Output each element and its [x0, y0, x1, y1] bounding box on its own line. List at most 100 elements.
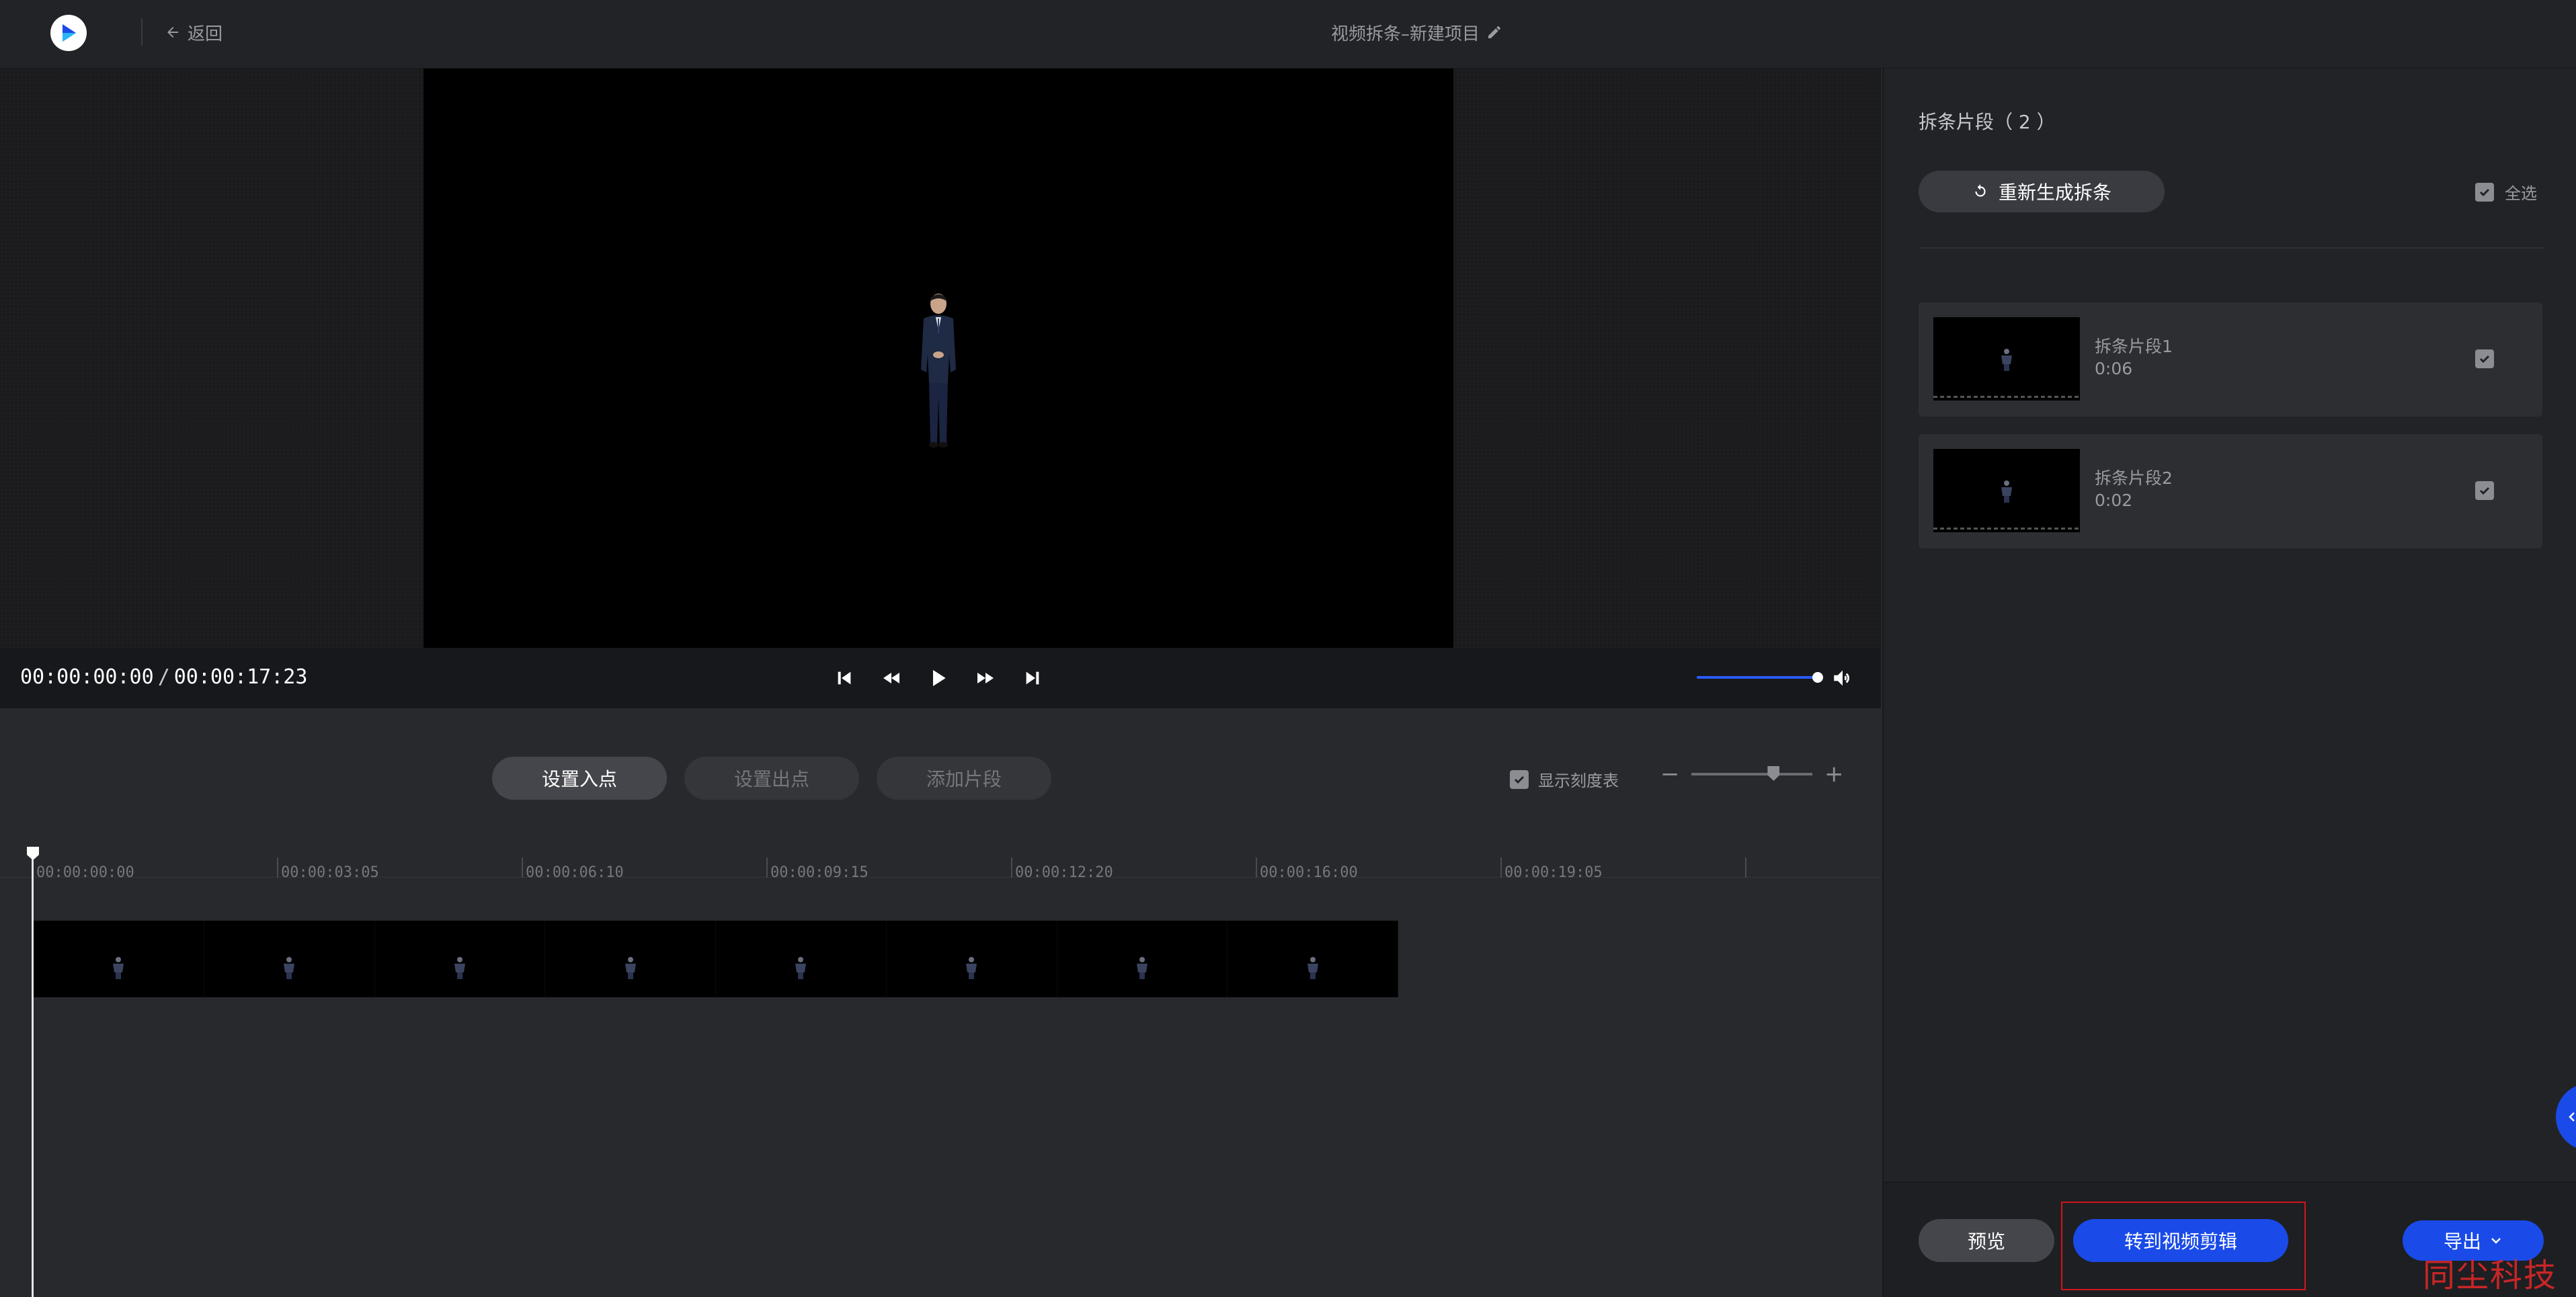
presenter-thumb: [1307, 957, 1318, 979]
back-button[interactable]: 返回: [165, 19, 223, 46]
clips-panel-title: 拆条片段（ 2 ）: [1919, 111, 2056, 133]
ruler-tick: [1745, 857, 1746, 878]
clip-thumbnail: [1933, 449, 2080, 532]
track-frame: [375, 921, 546, 997]
track-frame: [1227, 921, 1398, 997]
clips-panel: 拆条片段（ 2 ） 重新生成拆条 全选 拆条片段1 0:06 拆条片段2 0:0…: [1882, 69, 2576, 1297]
zoom-slider[interactable]: [1691, 766, 1812, 781]
go-to-video-editor-button[interactable]: 转到视频剪辑: [2073, 1219, 2288, 1262]
edit-pencil-icon[interactable]: [1486, 24, 1502, 40]
playhead-line[interactable]: [32, 848, 34, 1297]
panel-divider: [1919, 247, 2544, 249]
skip-previous-icon: [838, 671, 851, 685]
time-separator: /: [157, 665, 170, 689]
ruler-tick-label: 00:00:06:10: [526, 864, 624, 881]
presenter-figure: [921, 294, 956, 448]
set-in-point-button[interactable]: 设置入点: [492, 757, 667, 800]
skip-to-start-button[interactable]: [831, 663, 858, 694]
show-scale-checkbox[interactable]: [1510, 769, 1529, 789]
chevron-down-icon: [2491, 1238, 2501, 1244]
presenter-thumb: [795, 957, 807, 979]
clip-checkbox[interactable]: [2475, 349, 2494, 368]
current-time: 00:00:00:00: [20, 665, 154, 689]
clip-duration: 0:02: [2095, 491, 2133, 510]
zoom-in-button[interactable]: +: [1824, 763, 1844, 786]
ruler-tick: [1011, 857, 1012, 878]
presenter-thumb: [2001, 480, 2012, 503]
top-bar: 返回 视频拆条–新建项目: [0, 0, 2576, 69]
presenter-thumb: [2001, 349, 2012, 371]
set-out-point-button[interactable]: 设置出点: [684, 757, 859, 800]
track-frame: [716, 921, 887, 997]
zoom-knob[interactable]: [1767, 766, 1780, 781]
checkmark-icon: [2479, 487, 2490, 495]
arrow-left-icon: [167, 27, 178, 38]
transport-controls: [831, 663, 1046, 694]
project-title[interactable]: 视频拆条–新建项目: [1331, 19, 1502, 46]
thumb-filmstrip: [1933, 528, 2080, 530]
player-controls: 00:00:00:00/00:00:17:23: [0, 648, 1881, 708]
presenter-thumb: [625, 957, 636, 979]
video-track[interactable]: [34, 921, 1398, 997]
video-frame[interactable]: [424, 69, 1453, 648]
skip-next-icon: [1026, 671, 1039, 685]
clip-name: 拆条片段1: [2095, 337, 2173, 356]
timeline: 00:00:00:00 00:00:03:05 00:00:06:10 00:00:0…: [0, 843, 1881, 1297]
thumb-filmstrip: [1933, 396, 2080, 398]
rewind-button[interactable]: [878, 663, 905, 694]
skip-to-end-button[interactable]: [1019, 663, 1046, 694]
ruler-tick: [1256, 857, 1257, 878]
clip-checkbox[interactable]: [2475, 481, 2494, 500]
ruler-tick-label: 00:00:03:05: [281, 864, 379, 881]
project-title-text: 视频拆条–新建项目: [1331, 24, 1480, 44]
ruler-tick: [766, 857, 768, 878]
track-frame: [204, 921, 375, 997]
clip-duration: 0:06: [2095, 359, 2133, 378]
play-icon: [933, 670, 946, 686]
track-frame: [545, 921, 716, 997]
volume-knob[interactable]: [1812, 672, 1823, 683]
checkmark-icon: [2479, 355, 2490, 364]
clip-name: 拆条片段2: [2095, 468, 2173, 488]
ruler-tick: [277, 857, 278, 878]
show-scale-label: 显示刻度表: [1538, 771, 1619, 790]
ruler-tick: [522, 857, 523, 878]
track-frame: [887, 921, 1057, 997]
timeline-ruler[interactable]: 00:00:00:00 00:00:03:05 00:00:06:10 00:00:0…: [0, 851, 1881, 881]
regenerate-clips-button[interactable]: 重新生成拆条: [1919, 171, 2165, 212]
fast-forward-icon: [977, 673, 994, 683]
zoom-out-button[interactable]: −: [1660, 763, 1680, 786]
select-all-checkbox[interactable]: [2475, 182, 2494, 202]
presenter-thumb: [284, 957, 295, 979]
ruler-tick-label: 00:00:00:00: [36, 864, 134, 881]
regenerate-label: 重新生成拆条: [1998, 181, 2111, 204]
select-all-toggle[interactable]: 全选: [2475, 180, 2537, 204]
add-clip-button[interactable]: 添加片段: [877, 757, 1051, 800]
fast-forward-button[interactable]: [972, 663, 999, 694]
presenter-thumb: [1136, 957, 1148, 979]
video-preview-area: [0, 69, 1881, 648]
timeline-zoom-control: − +: [1660, 763, 1844, 786]
total-time: 00:00:17:23: [173, 665, 308, 689]
edit-toolbar: 设置入点 设置出点 添加片段 显示刻度表 − +: [0, 708, 1881, 843]
play-button[interactable]: [925, 663, 952, 694]
volume-icon[interactable]: [1831, 667, 1854, 689]
ruler-tick: [1500, 857, 1502, 878]
presenter-thumb: [454, 957, 465, 979]
preview-button[interactable]: 预览: [1919, 1219, 2054, 1262]
ruler-tick-label: 00:00:19:05: [1504, 864, 1603, 881]
clip-item[interactable]: 拆条片段1 0:06: [1919, 302, 2542, 417]
rewind-icon: [883, 673, 899, 683]
select-all-label: 全选: [2505, 184, 2537, 203]
presenter-thumb: [113, 957, 124, 979]
chevron-left-icon: [2569, 1112, 2575, 1122]
show-scale-toggle[interactable]: 显示刻度表: [1510, 767, 1619, 791]
app-logo-icon[interactable]: [50, 15, 87, 51]
track-frame: [34, 921, 204, 997]
clip-item[interactable]: 拆条片段2 0:02: [1919, 434, 2542, 548]
track-frame: [1057, 921, 1228, 997]
ruler-tick-label: 00:00:12:20: [1015, 864, 1113, 881]
timecode-display: 00:00:00:00/00:00:17:23: [20, 665, 307, 689]
refresh-icon: [1975, 184, 1986, 197]
volume-slider[interactable]: [1697, 672, 1823, 683]
